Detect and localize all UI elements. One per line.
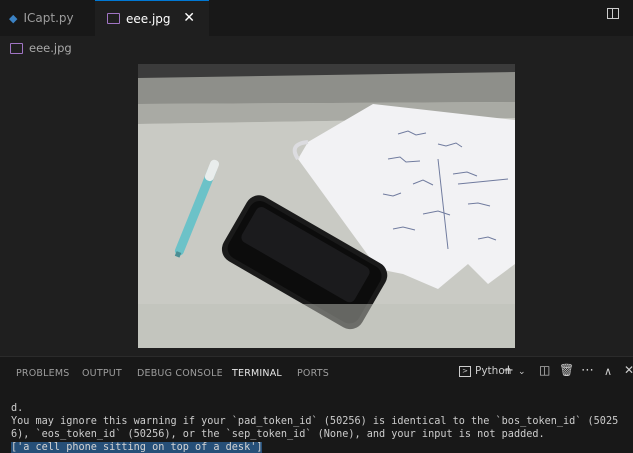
terminal-highlighted-output: ['a cell phone sitting on top of a desk'…: [11, 442, 263, 453]
terminal-output[interactable]: d. You may ignore this warning if your `…: [0, 387, 633, 453]
image-preview: [138, 64, 515, 348]
chevron-up-icon[interactable]: ∧: [604, 365, 612, 378]
panel-tab-bar: PROBLEMS OUTPUT DEBUG CONSOLE TERMINAL P…: [0, 356, 633, 387]
image-file-icon: [107, 13, 120, 24]
editor-tab-bar: ◆ ICapt.py eee.jpg ✕: [0, 0, 633, 36]
terminal-line: d.: [11, 403, 24, 414]
image-file-icon: [10, 42, 23, 54]
trash-icon[interactable]: 🗑: [559, 363, 574, 377]
terminal-line: 6), `eos_token_id` (50256), or the `sep_…: [11, 429, 545, 440]
desk-photo: [138, 64, 515, 348]
chevron-down-icon[interactable]: ⌄: [518, 367, 526, 377]
plus-icon[interactable]: +: [503, 363, 514, 378]
close-icon[interactable]: ✕: [624, 363, 633, 377]
close-icon[interactable]: ✕: [183, 10, 195, 26]
tab-eee-jpg[interactable]: eee.jpg ✕: [95, 0, 209, 36]
split-editor-icon[interactable]: [607, 8, 619, 19]
breadcrumb-label: eee.jpg: [29, 41, 72, 55]
tab-terminal[interactable]: TERMINAL: [232, 368, 282, 379]
tab-icapt-py[interactable]: ◆ ICapt.py: [0, 0, 95, 36]
tab-debug-console[interactable]: DEBUG CONSOLE: [137, 368, 223, 379]
terminal-icon: >: [459, 365, 471, 377]
split-terminal-icon[interactable]: ◫: [539, 363, 550, 377]
tab-label: ICapt.py: [23, 11, 74, 25]
tab-label: eee.jpg: [126, 11, 171, 26]
tab-output[interactable]: OUTPUT: [82, 368, 122, 379]
breadcrumb[interactable]: eee.jpg: [10, 39, 72, 57]
terminal-line: You may ignore this warning if your `pad…: [11, 416, 619, 427]
python-file-icon: ◆: [9, 11, 18, 25]
tab-ports[interactable]: PORTS: [297, 368, 329, 379]
tab-problems[interactable]: PROBLEMS: [16, 368, 69, 379]
more-icon[interactable]: ⋯: [581, 363, 594, 378]
